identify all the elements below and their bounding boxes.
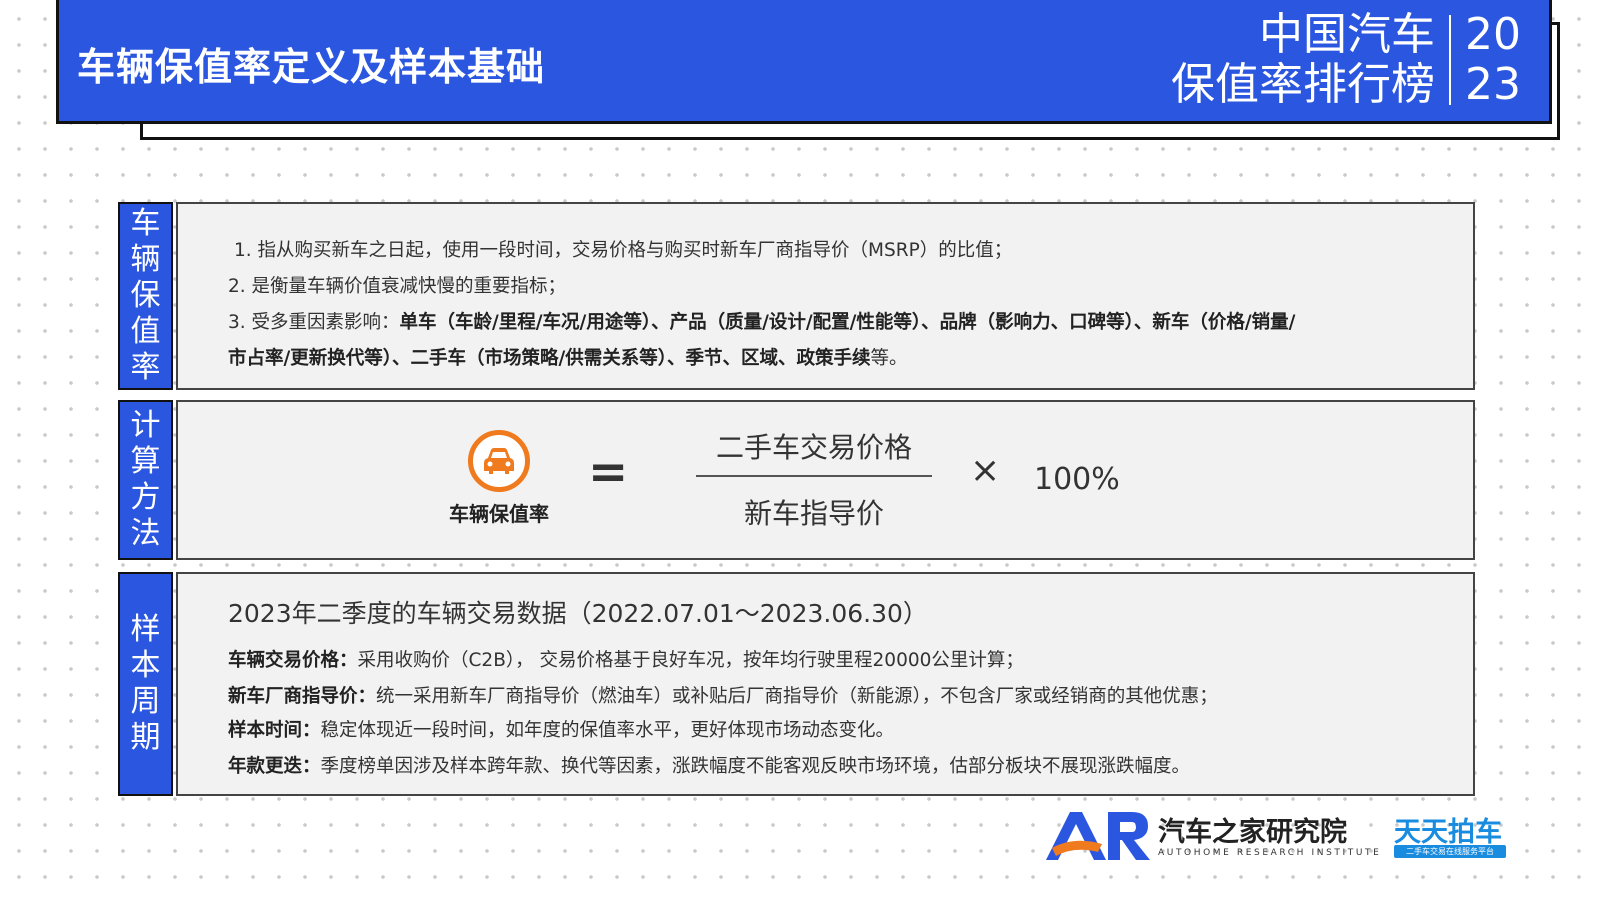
section-label-text: 车辆保值率	[130, 206, 161, 385]
sample-item-key: 新车厂商指导价：	[228, 686, 377, 707]
brand-divider	[1449, 15, 1451, 105]
autohome-research-name: 汽车之家研究院	[1158, 817, 1347, 848]
definition-line-4-suffix: 等。	[870, 348, 908, 369]
sample-item: 新车厂商指导价：统一采用新车厂商指导价（燃油车）或补贴后厂商指导价（新能源），不…	[228, 682, 1218, 708]
formula-lhs-label: 车辆保值率	[449, 502, 549, 526]
autohome-research-logo-mark	[1044, 808, 1152, 866]
brand-line-2: 保值率排行榜	[1171, 59, 1435, 110]
definition-content: 1. 指从购买新车之日起，使用一段时间，交易价格与购买时新车厂商指导价（MSRP…	[176, 202, 1475, 390]
brand-year: 20 23	[1465, 10, 1521, 110]
section-label-text: 样本周期	[130, 612, 161, 755]
sample-item-value: 稳定体现近一段时间，如年度的保值率水平，更好体现市场动态变化。	[320, 720, 895, 741]
formula-numerator: 二手车交易价格	[715, 431, 912, 464]
section-definition: 车辆保值率 1. 指从购买新车之日起，使用一段时间，交易价格与购买时新车厂商指导…	[118, 202, 1475, 390]
section-label-definition: 车辆保值率	[118, 202, 173, 390]
page-title: 车辆保值率定义及样本基础	[77, 45, 546, 89]
brand-year-line-1: 20	[1465, 9, 1521, 60]
car-icon	[468, 430, 530, 492]
sample-content: 2023年二季度的车辆交易数据（2022.07.01～2023.06.30） 车…	[176, 572, 1475, 796]
formula-percent: 100%	[1034, 462, 1120, 497]
sample-item: 样本时间：稳定体现近一段时间，如年度的保值率水平，更好体现市场动态变化。	[228, 716, 894, 742]
equals-sign: =	[588, 444, 629, 500]
times-sign: ×	[970, 450, 1001, 491]
definition-line-4-bold: 市占率/更新换代等）、二手车（市场策略/供需关系等）、季节、区域、政策手续	[228, 348, 871, 369]
tiantianpaiche-subtitle: 二手车交易在线服务平台	[1394, 845, 1506, 858]
sample-item-key: 车辆交易价格：	[228, 650, 358, 671]
definition-line-3: 3. 受多重因素影响：单车（车龄/里程/车况/用途等）、产品（质量/设计/配置/…	[228, 308, 1295, 334]
definition-line-1: 1. 指从购买新车之日起，使用一段时间，交易价格与购买时新车厂商指导价（MSRP…	[234, 240, 1013, 261]
sample-heading: 2023年二季度的车辆交易数据（2022.07.01～2023.06.30）	[228, 599, 928, 628]
section-sample: 样本周期 2023年二季度的车辆交易数据（2022.07.01～2023.06.…	[118, 572, 1475, 796]
brand-line-1: 中国汽车	[1259, 9, 1435, 60]
section-calculation: 计算方法 车辆保值率 = 二手车交易价格 新车指导价 × 100%	[118, 400, 1475, 560]
sample-item: 年款更迭：季度榜单因涉及样本跨年款、换代等因素，涨跌幅度不能客观反映市场环境，估…	[228, 752, 1190, 778]
formula-denominator: 新车指导价	[743, 497, 884, 530]
brand-year-line-2: 23	[1465, 59, 1521, 110]
definition-line-2: 2. 是衡量车辆价值衰减快慢的重要指标；	[228, 276, 567, 297]
definition-line-3-prefix: 3. 受多重因素影响：	[228, 312, 400, 333]
tiantianpaiche-logo: 天天拍车	[1394, 817, 1502, 848]
sample-item-value: 统一采用新车厂商指导价（燃油车）或补贴后厂商指导价（新能源），不包含厂家或经销商…	[376, 686, 1218, 707]
autohome-research-subtitle: AUTOHOME RESEARCH INSTITUTE	[1158, 848, 1382, 858]
sample-item: 车辆交易价格：采用收购价（C2B）， 交易价格基于良好车况，按年均行驶里程200…	[228, 646, 1024, 672]
header-banner: 车辆保值率定义及样本基础 中国汽车 保值率排行榜 20 23	[56, 0, 1552, 124]
fraction-bar	[696, 475, 932, 477]
section-label-sample: 样本周期	[118, 572, 173, 796]
definition-line-3-bold: 单车（车龄/里程/车况/用途等）、产品（质量/设计/配置/性能等）、品牌（影响力…	[399, 312, 1296, 333]
definition-line-4: 市占率/更新换代等）、二手车（市场策略/供需关系等）、季节、区域、政策手续等。	[228, 344, 908, 370]
brand-block: 中国汽车 保值率排行榜 20 23	[1171, 10, 1521, 110]
sample-item-key: 样本时间：	[228, 720, 321, 741]
sample-item-key: 年款更迭：	[228, 756, 321, 777]
sample-item-value: 采用收购价（C2B）， 交易价格基于良好车况，按年均行驶里程20000公里计算；	[357, 650, 1024, 671]
sample-item-value: 季度榜单因涉及样本跨年款、换代等因素，涨跌幅度不能客观反映市场环境，估部分板块不…	[320, 756, 1191, 777]
brand-title: 中国汽车 保值率排行榜	[1171, 10, 1435, 110]
section-label-text: 计算方法	[130, 408, 161, 551]
section-label-calculation: 计算方法	[118, 400, 173, 560]
calculation-content: 车辆保值率 = 二手车交易价格 新车指导价 × 100%	[176, 400, 1475, 560]
